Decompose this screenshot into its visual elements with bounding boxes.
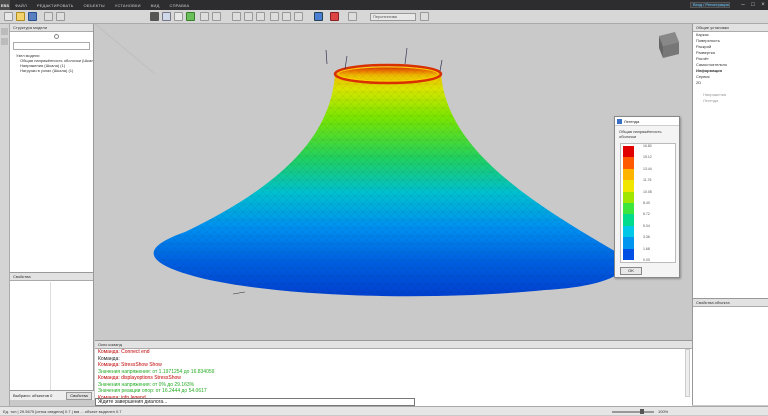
- view-top-icon[interactable]: [270, 12, 279, 21]
- properties-panel-title: Свойства: [10, 273, 93, 281]
- lock-icon[interactable]: [54, 34, 59, 39]
- new-file-icon[interactable]: [4, 12, 13, 21]
- legend-color-bin: [623, 157, 634, 169]
- pointer-icon[interactable]: [1, 38, 8, 45]
- selection-count: Выбрано: объектов 0: [13, 393, 53, 398]
- structure-panel-title: Структура модели: [10, 24, 93, 32]
- mesh-overlay: [153, 66, 625, 297]
- legend-value: 8.40: [643, 201, 650, 205]
- minimize-icon[interactable]: –: [738, 0, 748, 10]
- tree-search-input[interactable]: [13, 42, 90, 50]
- settings-legend[interactable]: Легенда: [693, 98, 768, 104]
- legend-color-bin: [623, 214, 634, 226]
- menu-settings[interactable]: УСТАНОВКИ: [110, 3, 146, 8]
- legend-color-scale: 16.80 15.12 13.44 11.76 10.08 8.40 6.72 5.04 3.3…: [620, 143, 676, 263]
- ok-button[interactable]: OK: [620, 267, 642, 275]
- settings-2d[interactable]: 2D: [693, 80, 768, 86]
- legend-subtitle: Общая напряжённость оболочки: [619, 129, 662, 139]
- status-text: Ед. тон | 29.5675 [сетка сведена] 0.7 | …: [3, 409, 122, 414]
- legend-window-icon: [617, 119, 622, 124]
- object-properties-panel: Свойства объекта: [692, 298, 768, 405]
- view-mode-select[interactable]: Перспектива: [370, 13, 416, 21]
- grid-icon[interactable]: [174, 12, 183, 21]
- properties-panel: Свойства: [10, 272, 94, 390]
- command-panel-title: Окно команд: [95, 341, 692, 349]
- select-arrow-icon[interactable]: [150, 12, 159, 21]
- column-divider: [50, 282, 51, 390]
- properties-button[interactable]: Свойства: [66, 392, 92, 400]
- axis-line: [95, 24, 156, 75]
- command-input[interactable]: Ждите завершения диалога...: [95, 398, 415, 406]
- legend-color-bin: [623, 191, 634, 203]
- status-bar: Ед. тон | 29.5675 [сетка сведена] 0.7 | …: [0, 406, 768, 415]
- axis-marker: [232, 291, 246, 295]
- legend-color-bin: [623, 168, 634, 181]
- account-login[interactable]: Вход / Регистрация: [690, 2, 730, 8]
- legend-value: 10.08: [643, 189, 652, 194]
- legend-title: Легенда: [624, 119, 640, 124]
- stress-surface-render: [95, 24, 679, 297]
- legend-color-bin: [623, 225, 634, 238]
- object-properties-title: Свойства объекта: [693, 299, 768, 307]
- redo-icon[interactable]: [56, 12, 65, 21]
- command-scrollbar[interactable]: [685, 349, 690, 397]
- window-select-icon[interactable]: [162, 12, 171, 21]
- view-front-icon[interactable]: [282, 12, 291, 21]
- structure-panel: Структура модели Узел модели Общая напря…: [10, 24, 94, 272]
- legend-dialog: Легенда Общая напряжённость оболочки 16.…: [614, 116, 680, 278]
- zoom-slider-thumb[interactable]: [640, 409, 644, 414]
- close-icon[interactable]: ×: [758, 0, 768, 10]
- pan-icon[interactable]: [232, 12, 241, 21]
- legend-color-bin: [623, 237, 634, 249]
- legend-value: 6.72: [643, 212, 650, 217]
- legend-value: 15.12: [643, 155, 652, 160]
- open-folder-icon[interactable]: [16, 12, 25, 21]
- light-icon[interactable]: [348, 12, 357, 21]
- settings-panel-title: Общие установки: [693, 24, 768, 32]
- legend-color-bin: [623, 180, 634, 192]
- left-tool-strip: [0, 24, 10, 415]
- app-logo: ESS: [0, 0, 10, 10]
- legend-value: 11.76: [643, 178, 652, 183]
- tree-item-loads[interactable]: Нагрузки в узлах (Шкала) (1): [10, 68, 93, 73]
- zoom-extents-icon[interactable]: [256, 12, 265, 21]
- move-icon[interactable]: [200, 12, 209, 21]
- plus-icon[interactable]: [1, 28, 8, 35]
- maximize-icon[interactable]: □: [748, 0, 758, 10]
- viewport-3d[interactable]: [95, 24, 692, 340]
- zoom-slider[interactable]: [612, 411, 654, 413]
- legend-value: 0.00: [643, 258, 650, 262]
- menu-file[interactable]: ФАЙЛ: [10, 3, 32, 8]
- mesh-icon[interactable]: [186, 12, 195, 21]
- legend-color-bin: [623, 146, 634, 158]
- selection-status: Выбрано: объектов 0 Свойства: [10, 390, 94, 400]
- menu-edit[interactable]: РЕДАКТИРОВАТЬ: [32, 3, 79, 8]
- legend-value: 13.44: [643, 166, 652, 171]
- menu-help[interactable]: СПРАВКА: [165, 3, 195, 8]
- settings-panel: Общие установки Каркас Поверхность Раскр…: [692, 24, 768, 340]
- legend-color-bin: [623, 203, 634, 215]
- view-cube-icon[interactable]: [659, 32, 679, 58]
- legend-value: 5.04: [643, 223, 650, 228]
- toolbar: Перспектива: [0, 10, 768, 24]
- menu-bar: ESS ФАЙЛ РЕДАКТИРОВАТЬ ОБЪЕКТЫ УСТАНОВКИ…: [0, 0, 768, 10]
- undo-icon[interactable]: [44, 12, 53, 21]
- chevron-down-icon[interactable]: [420, 12, 429, 21]
- rotate-icon[interactable]: [212, 12, 221, 21]
- menu-view[interactable]: ВИД: [146, 3, 165, 8]
- legend-value: 16.80: [643, 144, 652, 148]
- legend-value: 1.68: [643, 246, 650, 251]
- legend-title-bar: Легенда: [615, 117, 679, 126]
- legend-color-bin: [623, 248, 634, 260]
- shade-icon[interactable]: [314, 12, 323, 21]
- view-side-icon[interactable]: [294, 12, 303, 21]
- command-panel: Окно команд Команда: Connect end Команда:…: [95, 340, 692, 406]
- save-icon[interactable]: [28, 12, 37, 21]
- render-icon[interactable]: [330, 12, 339, 21]
- legend-value: 3.36: [643, 235, 650, 240]
- zoom-icon[interactable]: [244, 12, 253, 21]
- menu-objects[interactable]: ОБЪЕКТЫ: [79, 3, 110, 8]
- command-history: Команда: Connect end Команда: Команда: Str…: [95, 349, 692, 401]
